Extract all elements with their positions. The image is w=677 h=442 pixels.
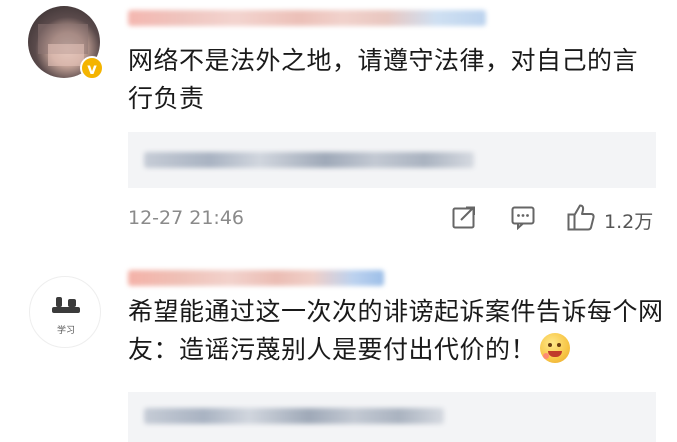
comment-text: 希望能通过这一次次的诽谤起诉案件告诉每个网友：造谣污蔑别人是要付出代价的！ <box>128 293 668 369</box>
reply-text-blurred <box>144 152 474 168</box>
reply-preview[interactable] <box>128 132 656 188</box>
comment-icon[interactable] <box>510 204 536 230</box>
share-icon[interactable] <box>451 204 477 230</box>
avatar-logo-icon <box>50 295 82 317</box>
comment-text-content: 希望能通过这一次次的诽谤起诉案件告诉每个网友：造谣污蔑别人是要付出代价的！ <box>128 297 664 364</box>
avatar-blur <box>48 44 84 66</box>
username-blurred[interactable] <box>128 10 486 26</box>
timestamp: 12-27 21:46 <box>128 207 245 229</box>
username-blurred[interactable] <box>128 270 384 286</box>
avatar-caption: 学习 <box>56 326 75 336</box>
comment-text: 网络不是法外之地，请遵守法律，对自己的言行负责 <box>128 46 639 113</box>
like-count: 1.2万 <box>604 211 654 233</box>
reply-text-blurred <box>144 408 444 424</box>
reply-preview[interactable] <box>128 392 656 442</box>
avatar[interactable]: 学习 <box>29 276 101 348</box>
comment-item: v 网络不是法外之地，请遵守法律，对自己的言行负责 12-27 21:46 1.… <box>0 0 677 262</box>
thumbs-up-icon[interactable] <box>566 202 596 232</box>
verified-badge-icon: v <box>80 56 104 80</box>
drooling-face-emoji-icon <box>540 333 571 363</box>
